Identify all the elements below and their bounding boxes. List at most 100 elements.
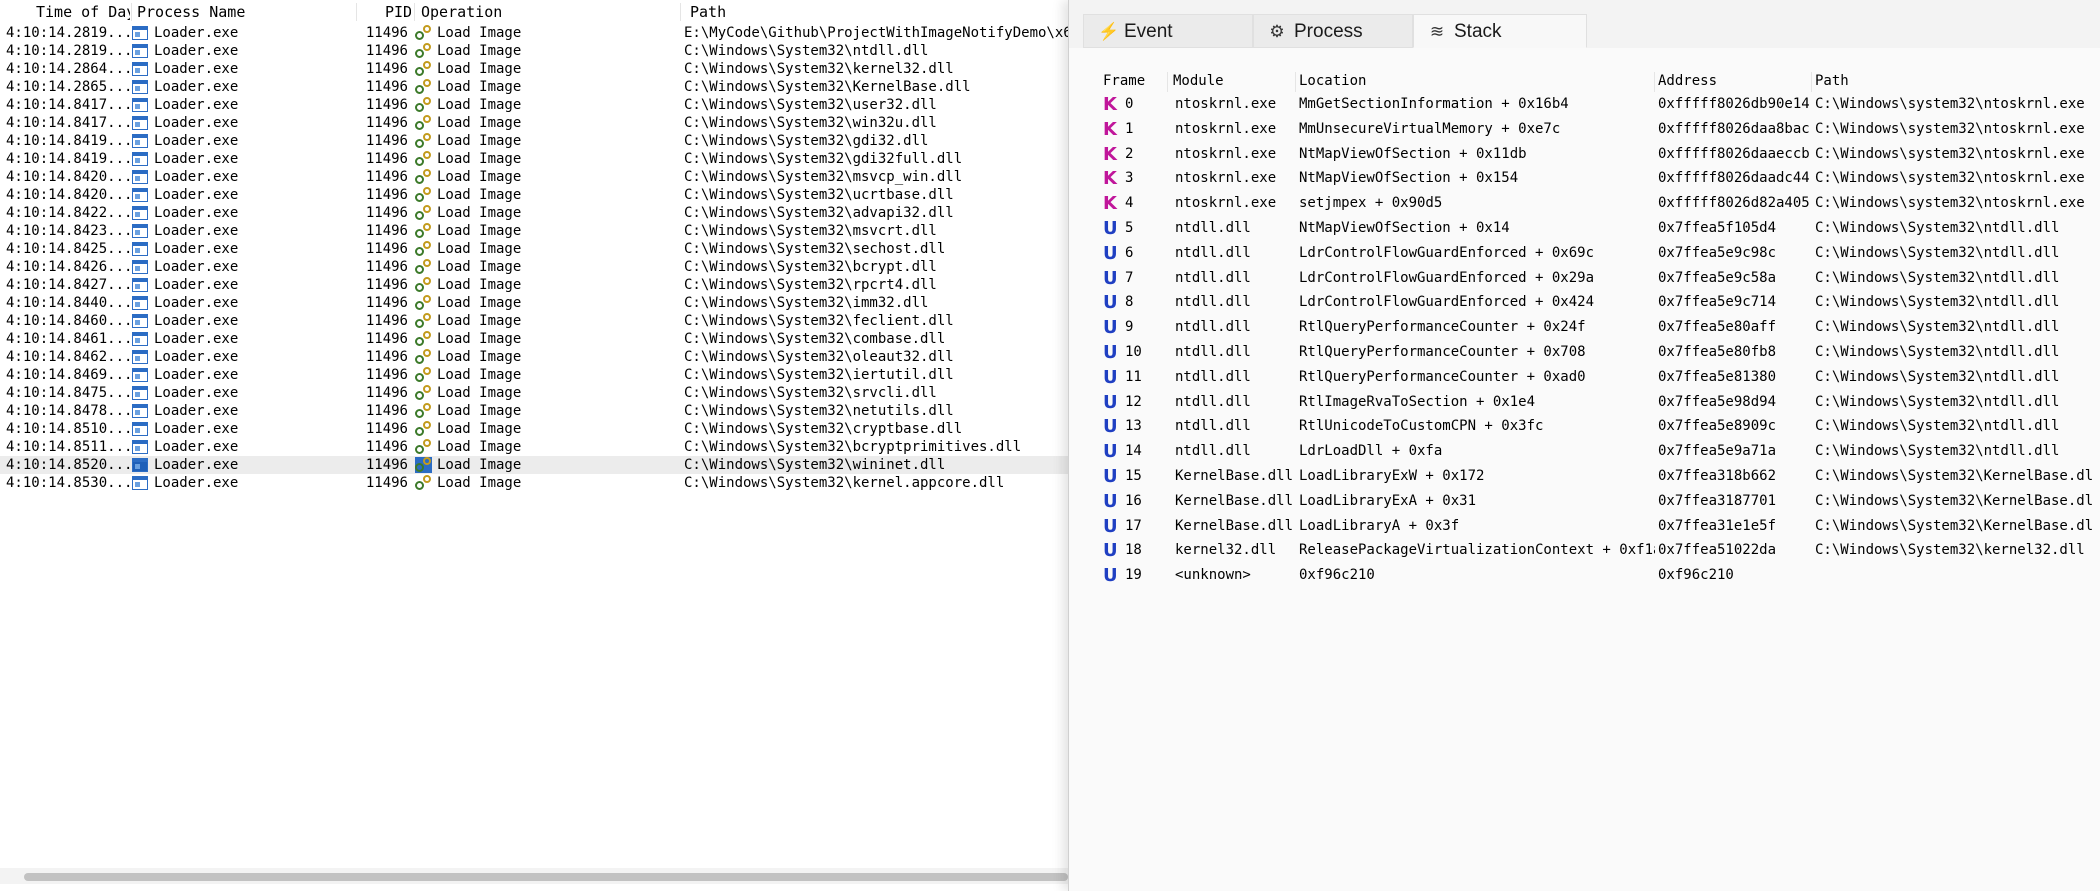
load-image-icon	[415, 205, 432, 221]
event-row[interactable]: 4:10:14.8460... Loader.exe 11496 Load Image…	[0, 312, 1068, 330]
load-image-icon	[415, 25, 432, 41]
stack-frame-row[interactable]: U 6 ntdll.dll LdrControlFlowGuardEnforced +…	[1103, 241, 2093, 266]
stack-frame-row[interactable]: U 8 ntdll.dll LdrControlFlowGuardEnforced +…	[1103, 290, 2093, 315]
column-divider[interactable]	[1811, 72, 1812, 92]
column-header-operation[interactable]: Operation	[421, 0, 681, 24]
stack-tab-content: Frame Module Location Address Path K 0 nto…	[1069, 48, 2100, 891]
column-header-frame[interactable]: Frame	[1103, 70, 1163, 92]
event-row[interactable]: 4:10:14.8520... Loader.exe 11496 Load Image…	[0, 456, 1068, 474]
event-row[interactable]: 4:10:14.2819... Loader.exe 11496 Load Image…	[0, 42, 1068, 60]
event-row[interactable]: 4:10:14.2865... Loader.exe 11496 Load Image…	[0, 78, 1068, 96]
stack-module: ntoskrnl.exe	[1175, 145, 1277, 162]
user-mode-icon: U	[1103, 391, 1118, 413]
tab-event[interactable]: ⚡ Event	[1083, 14, 1253, 48]
event-row[interactable]: 4:10:14.8420... Loader.exe 11496 Load Image…	[0, 168, 1068, 186]
event-row[interactable]: 4:10:14.8530... Loader.exe 11496 Load Image…	[0, 474, 1068, 492]
event-row[interactable]: 4:10:14.8419... Loader.exe 11496 Load Image…	[0, 150, 1068, 168]
stack-address: 0xfffff8026d82a405	[1658, 195, 1810, 212]
event-row[interactable]: 4:10:14.8417... Loader.exe 11496 Load Image…	[0, 114, 1068, 132]
column-header-process[interactable]: Process Name	[137, 0, 357, 24]
event-pid: 11496	[365, 223, 408, 239]
event-process-name: Loader.exe	[154, 259, 239, 275]
event-row[interactable]: 4:10:14.8422... Loader.exe 11496 Load Image…	[0, 204, 1068, 222]
stack-frame-row[interactable]: U 9 ntdll.dll RtlQueryPerformanceCounter + …	[1103, 315, 2093, 340]
event-process-name: Loader.exe	[154, 61, 239, 77]
column-divider[interactable]	[1295, 72, 1296, 92]
gear-icon: ⚙	[1269, 22, 1285, 41]
stack-frame-row[interactable]: U 15 KernelBase.dll LoadLibraryExW + 0x172 0…	[1103, 464, 2093, 489]
lightning-icon: ⚡	[1098, 22, 1120, 41]
event-row[interactable]: 4:10:14.8511... Loader.exe 11496 Load Image…	[0, 438, 1068, 456]
event-path: E:\MyCode\Github\ProjectWithImageNotifyD…	[684, 25, 1068, 41]
stack-frame-row[interactable]: U 11 ntdll.dll RtlQueryPerformanceCounter +…	[1103, 365, 2093, 390]
column-header-path[interactable]: Path	[1815, 70, 2085, 92]
stack-frame-number: 11	[1125, 368, 1142, 385]
stack-frame-row[interactable]: U 16 KernelBase.dll LoadLibraryExA + 0x31 0x…	[1103, 489, 2093, 514]
event-row[interactable]: 4:10:14.8427... Loader.exe 11496 Load Image…	[0, 276, 1068, 294]
column-header-address[interactable]: Address	[1658, 70, 1808, 92]
event-row[interactable]: 4:10:14.8475... Loader.exe 11496 Load Image…	[0, 384, 1068, 402]
stack-frame-row[interactable]: U 17 KernelBase.dll LoadLibraryA + 0x3f 0x7f…	[1103, 514, 2093, 539]
event-row[interactable]: 4:10:14.8417... Loader.exe 11496 Load Image…	[0, 96, 1068, 114]
stack-frame-row[interactable]: U 13 ntdll.dll RtlUnicodeToCustomCPN + 0x3f…	[1103, 414, 2093, 439]
column-divider[interactable]	[1167, 72, 1168, 92]
event-process-name: Loader.exe	[154, 241, 239, 257]
event-pid: 11496	[365, 25, 408, 41]
event-row[interactable]: 4:10:14.8440... Loader.exe 11496 Load Image…	[0, 294, 1068, 312]
stack-frame-row[interactable]: U 14 ntdll.dll LdrLoadDll + 0xfa 0x7ffea5e9a…	[1103, 439, 2093, 464]
column-header-pid[interactable]: PID	[385, 0, 411, 24]
event-row[interactable]: 4:10:14.8469... Loader.exe 11496 Load Image…	[0, 366, 1068, 384]
event-row[interactable]: 4:10:14.8420... Loader.exe 11496 Load Image…	[0, 186, 1068, 204]
scrollbar-thumb[interactable]	[24, 873, 1068, 881]
stack-frame-row[interactable]: U 5 ntdll.dll NtMapViewOfSection + 0x14 0x7f…	[1103, 216, 2093, 241]
column-header-path[interactable]: Path	[690, 0, 1060, 24]
event-process-name: Loader.exe	[154, 25, 239, 41]
event-time: 4:10:14.8426...	[6, 259, 130, 275]
event-process-name: Loader.exe	[154, 439, 239, 455]
column-header-module[interactable]: Module	[1173, 70, 1293, 92]
stack-location: LdrControlFlowGuardEnforced + 0x69c	[1299, 244, 1595, 261]
column-divider[interactable]	[356, 3, 357, 21]
stack-frame-row[interactable]: U 19 <unknown> 0xf96c210 0xf96c210	[1103, 563, 2093, 588]
column-header-time[interactable]: Time of Day	[36, 0, 130, 24]
column-divider[interactable]	[1654, 72, 1655, 92]
event-operation: Load Image	[437, 169, 522, 185]
stack-frame-row[interactable]: U 7 ntdll.dll LdrControlFlowGuardEnforced +…	[1103, 266, 2093, 291]
event-row[interactable]: 4:10:14.8425... Loader.exe 11496 Load Image…	[0, 240, 1068, 258]
process-icon	[132, 242, 148, 256]
stack-frame-row[interactable]: K 1 ntoskrnl.exe MmUnsecureVirtualMemory + …	[1103, 117, 2093, 142]
event-row[interactable]: 4:10:14.8419... Loader.exe 11496 Load Image…	[0, 132, 1068, 150]
stack-frame-row[interactable]: U 12 ntdll.dll RtlImageRvaToSection + 0x1e4…	[1103, 390, 2093, 415]
event-row[interactable]: 4:10:14.8423... Loader.exe 11496 Load Image…	[0, 222, 1068, 240]
stack-frame-row[interactable]: K 3 ntoskrnl.exe NtMapViewOfSection + 0x154…	[1103, 166, 2093, 191]
event-row[interactable]: 4:10:14.8461... Loader.exe 11496 Load Image…	[0, 330, 1068, 348]
kernel-mode-icon: K	[1103, 118, 1117, 140]
event-row[interactable]: 4:10:14.2864... Loader.exe 11496 Load Image…	[0, 60, 1068, 78]
stack-frame-row[interactable]: K 4 ntoskrnl.exe setjmpex + 0x90d5 0xfffff80…	[1103, 191, 2093, 216]
stack-frame-row[interactable]: K 2 ntoskrnl.exe NtMapViewOfSection + 0x11d…	[1103, 142, 2093, 167]
stack-frame-row[interactable]: U 10 ntdll.dll RtlQueryPerformanceCounter +…	[1103, 340, 2093, 365]
tab-stack[interactable]: ≋ Stack	[1413, 14, 1587, 48]
column-divider[interactable]	[680, 3, 681, 21]
stack-address: 0xfffff8026daa8bac	[1658, 120, 1810, 137]
event-pid: 11496	[365, 421, 408, 437]
event-row[interactable]: 4:10:14.8478... Loader.exe 11496 Load Image…	[0, 402, 1068, 420]
event-row[interactable]: 4:10:14.2819... Loader.exe 11496 Load Image…	[0, 24, 1068, 42]
process-icon	[132, 26, 148, 40]
stack-frame-row[interactable]: K 0 ntoskrnl.exe MmGetSectionInformation + …	[1103, 92, 2093, 117]
stack-frame-number: 10	[1125, 344, 1142, 360]
stack-path: C:\Windows\System32\KernelBase.dll	[1815, 492, 2093, 509]
tab-process[interactable]: ⚙ Process	[1253, 14, 1413, 48]
column-divider[interactable]	[131, 3, 132, 21]
event-row[interactable]: 4:10:14.8462... Loader.exe 11496 Load Image…	[0, 348, 1068, 366]
column-divider[interactable]	[414, 3, 415, 21]
horizontal-scrollbar[interactable]	[0, 868, 1068, 884]
stack-frame-number: 13	[1125, 418, 1142, 435]
stack-location: RtlQueryPerformanceCounter + 0xad0	[1299, 368, 1586, 385]
event-row[interactable]: 4:10:14.8510... Loader.exe 11496 Load Image…	[0, 420, 1068, 438]
column-header-location[interactable]: Location	[1299, 70, 1649, 92]
user-mode-icon: U	[1103, 565, 1118, 587]
stack-frame-row[interactable]: U 18 kernel32.dll ReleasePackageVirtualizat…	[1103, 538, 2093, 563]
event-row[interactable]: 4:10:14.8426... Loader.exe 11496 Load Image…	[0, 258, 1068, 276]
event-time: 4:10:14.8478...	[6, 403, 130, 419]
